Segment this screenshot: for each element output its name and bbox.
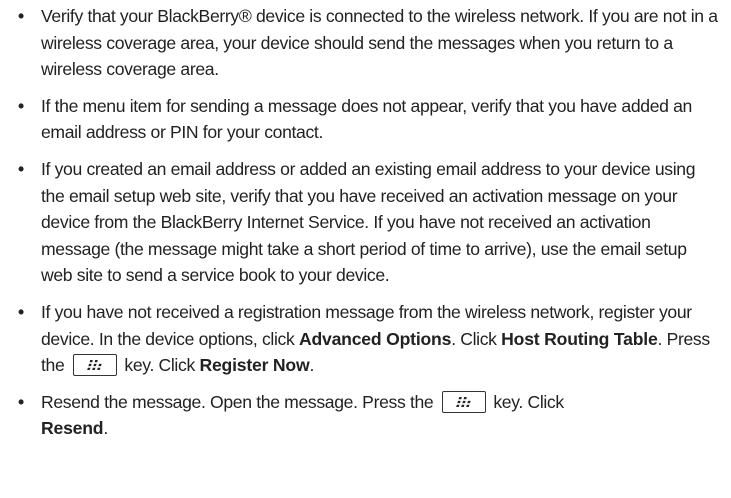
item-text: If the menu item for sending a message d… bbox=[41, 95, 692, 143]
item-text: key. Click bbox=[493, 391, 564, 412]
bullet-icon: • bbox=[18, 301, 24, 322]
bullet-icon: • bbox=[18, 158, 24, 179]
register-now-label: Register Now bbox=[199, 355, 310, 376]
list-item: • Verify that your BlackBerry® device is… bbox=[8, 3, 719, 83]
item-text: If you created an email address or added… bbox=[41, 158, 696, 286]
list-item: • If the menu item for sending a message… bbox=[8, 93, 719, 146]
host-routing-table-label: Host Routing Table bbox=[501, 328, 658, 349]
help-page: • Verify that your BlackBerry® device is… bbox=[0, 3, 731, 498]
troubleshooting-list: • Verify that your BlackBerry® device is… bbox=[8, 3, 719, 442]
bullet-icon: • bbox=[18, 391, 24, 412]
blackberry-menu-key-icon bbox=[442, 390, 487, 413]
resend-label: Resend bbox=[41, 418, 104, 439]
item-text: . bbox=[103, 418, 108, 439]
list-item: • Resend the message. Open the message. … bbox=[8, 389, 719, 442]
advanced-options-label: Advanced Options bbox=[298, 328, 452, 349]
item-text: Resend the message. Open the message. Pr… bbox=[41, 391, 434, 412]
item-text: . Click bbox=[451, 328, 502, 349]
item-text: Verify that your BlackBerry® device is c… bbox=[41, 6, 718, 80]
list-item: • If you have not received a registratio… bbox=[8, 299, 719, 379]
item-text: key. Click bbox=[124, 355, 200, 376]
bullet-icon: • bbox=[18, 6, 24, 26]
blackberry-menu-key-icon bbox=[73, 354, 118, 377]
list-item: • If you created an email address or add… bbox=[8, 156, 719, 289]
item-text: . bbox=[309, 355, 315, 376]
bullet-icon: • bbox=[18, 95, 24, 116]
